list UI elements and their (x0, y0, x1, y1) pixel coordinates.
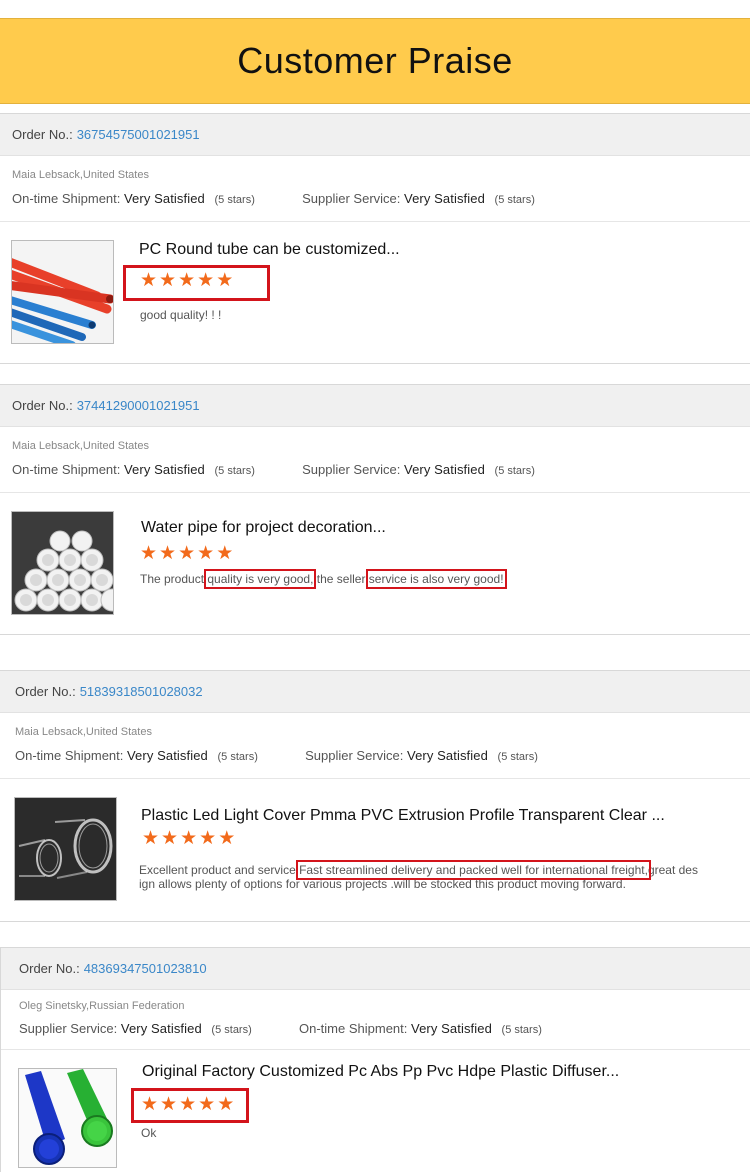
order-number-link[interactable]: 48369347501023810 (84, 961, 207, 976)
comment-text: Excellent product and service (139, 863, 300, 877)
review-meta: Maia Lebsack,United States On-time Shipm… (0, 156, 750, 222)
order-bar: Order No.: 51839318501028032 (0, 671, 750, 713)
review-comment: The product quality is very good, the se… (140, 569, 507, 589)
order-number-link[interactable]: 36754575001021951 (77, 127, 200, 142)
order-number-link[interactable]: 37441290001021951 (77, 398, 200, 413)
star-icon: ★ (142, 828, 160, 849)
ontime-value: Very Satisfied (127, 748, 208, 763)
ontime-stars: (5 stars) (501, 1024, 542, 1036)
supplier-stars: (5 stars) (494, 465, 535, 477)
ontime-value: Very Satisfied (124, 191, 205, 206)
ontime-label: On-time Shipment: (15, 748, 124, 763)
supplier-stars: (5 stars) (497, 751, 538, 763)
review-meta: Maia Lebsack,United States On-time Shipm… (0, 427, 750, 493)
order-label: Order No.: (19, 961, 80, 976)
ontime-value: Very Satisfied (411, 1021, 492, 1036)
order-label: Order No.: (12, 127, 73, 142)
review-comment: Excellent product and service Fast strea… (139, 860, 744, 891)
buyer-name: Oleg Sinetsky,Russian Federation (19, 1000, 185, 1012)
review-comment: good quality! ! ! (140, 308, 222, 322)
star-icon: ★ (197, 270, 215, 291)
review-card: Order No.: 51839318501028032 Maia Lebsac… (0, 670, 750, 922)
rating-summary: On-time Shipment: Very Satisfied (5 star… (15, 748, 538, 763)
star-icon: ★ (159, 270, 177, 291)
review-card: Order No.: 37441290001021951 Maia Lebsac… (0, 384, 750, 635)
order-bar: Order No.: 37441290001021951 (0, 385, 750, 427)
ontime-label: On-time Shipment: (12, 191, 121, 206)
page-banner: Customer Praise (0, 18, 750, 104)
product-title-link[interactable]: PC Round tube can be customized... (139, 241, 400, 259)
star-icon: ★ (217, 1094, 235, 1115)
comment-text: The product (140, 572, 208, 586)
highlighted-comment: Fast streamlined delivery and packed wel… (296, 860, 651, 880)
star-icon: ★ (180, 828, 198, 849)
product-thumbnail[interactable] (18, 1068, 117, 1168)
review-card: Order No.: 48369347501023810 Oleg Sinets… (0, 947, 750, 1172)
supplier-stars: (5 stars) (494, 194, 535, 206)
page-title: Customer Praise (237, 40, 513, 81)
rating-summary: Supplier Service: Very Satisfied (5 star… (19, 1021, 542, 1036)
comment-text: ign allows plenty of options for various… (139, 877, 626, 891)
ontime-label: On-time Shipment: (12, 462, 121, 477)
star-icon: ★ (179, 1094, 197, 1115)
supplier-label: Supplier Service: (19, 1021, 118, 1036)
order-number-link[interactable]: 51839318501028032 (80, 684, 203, 699)
product-stars: ★ ★ ★ ★ ★ (141, 1095, 234, 1114)
star-icon: ★ (216, 270, 234, 291)
review-meta: Oleg Sinetsky,Russian Federation Supplie… (1, 990, 750, 1050)
star-icon: ★ (159, 543, 177, 564)
star-icon: ★ (178, 270, 196, 291)
review-card: Order No.: 36754575001021951 Maia Lebsac… (0, 113, 750, 364)
supplier-value: Very Satisfied (404, 191, 485, 206)
supplier-label: Supplier Service: (302, 462, 401, 477)
supplier-label: Supplier Service: (302, 191, 401, 206)
order-label: Order No.: (15, 684, 76, 699)
star-icon: ★ (141, 1094, 159, 1115)
star-icon: ★ (160, 1094, 178, 1115)
rating-summary: On-time Shipment: Very Satisfied (5 star… (12, 462, 535, 477)
star-icon: ★ (197, 543, 215, 564)
product-stars: ★ ★ ★ ★ ★ (140, 271, 233, 290)
star-icon: ★ (140, 270, 158, 291)
product-title-link[interactable]: Water pipe for project decoration... (141, 519, 386, 537)
highlighted-comment: service is also very good! (365, 569, 507, 589)
highlighted-comment: quality is very good, (204, 569, 317, 589)
ontime-stars: (5 stars) (214, 194, 255, 206)
supplier-stars: (5 stars) (211, 1024, 252, 1036)
supplier-label: Supplier Service: (305, 748, 404, 763)
buyer-name: Maia Lebsack,United States (12, 169, 149, 181)
rating-summary: On-time Shipment: Very Satisfied (5 star… (12, 191, 535, 206)
ontime-stars: (5 stars) (217, 751, 258, 763)
review-meta: Maia Lebsack,United States On-time Shipm… (0, 713, 750, 779)
comment-text: great des (647, 863, 698, 877)
review-comment: Ok (141, 1126, 157, 1140)
ontime-value: Very Satisfied (124, 462, 205, 477)
ontime-stars: (5 stars) (214, 465, 255, 477)
star-icon: ★ (199, 828, 217, 849)
star-icon: ★ (161, 828, 179, 849)
order-bar: Order No.: 48369347501023810 (1, 948, 750, 990)
buyer-name: Maia Lebsack,United States (12, 440, 149, 452)
star-icon: ★ (198, 1094, 216, 1115)
product-thumbnail[interactable] (14, 797, 117, 901)
star-icon: ★ (140, 543, 158, 564)
ontime-label: On-time Shipment: (299, 1021, 408, 1036)
star-icon: ★ (216, 543, 234, 564)
order-label: Order No.: (12, 398, 73, 413)
star-icon: ★ (218, 828, 236, 849)
product-title-link[interactable]: Original Factory Customized Pc Abs Pp Pv… (142, 1063, 619, 1081)
supplier-value: Very Satisfied (407, 748, 488, 763)
product-thumbnail[interactable] (11, 511, 114, 615)
product-title-link[interactable]: Plastic Led Light Cover Pmma PVC Extrusi… (141, 807, 665, 825)
product-thumbnail[interactable] (11, 240, 114, 344)
buyer-name: Maia Lebsack,United States (15, 726, 152, 738)
star-icon: ★ (178, 543, 196, 564)
supplier-value: Very Satisfied (120, 1021, 202, 1036)
order-bar: Order No.: 36754575001021951 (0, 114, 750, 156)
product-stars: ★ ★ ★ ★ ★ (140, 544, 233, 563)
comment-text: the seller (313, 572, 369, 586)
supplier-value: Very Satisfied (404, 462, 485, 477)
product-stars: ★ ★ ★ ★ ★ (142, 829, 235, 848)
